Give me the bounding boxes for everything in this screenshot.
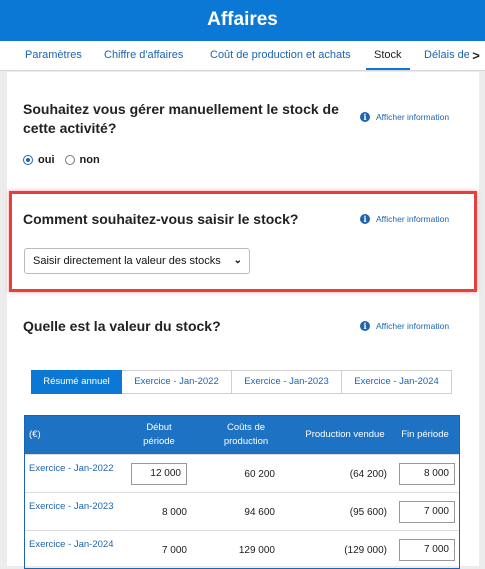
- header-debut: Début période: [143, 422, 175, 447]
- table-row: Exercice - Jan-2022 12 000 60 200 (64 20…: [25, 454, 459, 492]
- question-manual-stock: Souhaitez vous gérer manuellement le sto…: [23, 101, 339, 136]
- tab-delais[interactable]: Délais de: [424, 41, 470, 70]
- period-tabs: Résumé annuel Exercice - Jan-2022 Exerci…: [31, 370, 452, 394]
- table-row: Exercice - Jan-2023 8 000 94 600 (95 600…: [25, 492, 459, 530]
- header-fin: Fin période: [401, 429, 449, 440]
- main-panel: Souhaitez vous gérer manuellement le sto…: [7, 72, 479, 569]
- tab-stock[interactable]: Stock: [366, 41, 409, 70]
- chevron-right-icon[interactable]: >: [469, 48, 483, 64]
- info-icon: i: [360, 321, 370, 331]
- tab-chiffre-affaires[interactable]: Chiffre d'affaires: [104, 41, 183, 70]
- cell-production: (64 200): [349, 468, 387, 480]
- stock-entry-select[interactable]: Saisir directement la valeur des stocks …: [24, 248, 250, 274]
- debut-input[interactable]: 12 000: [131, 463, 187, 485]
- tab-exercice-2023[interactable]: Exercice - Jan-2023: [232, 370, 342, 394]
- info-link-1[interactable]: i Afficher information: [360, 112, 449, 122]
- info-link-2[interactable]: i Afficher information: [360, 214, 449, 224]
- info-link-label: Afficher information: [376, 321, 450, 331]
- radio-oui[interactable]: oui: [23, 154, 55, 166]
- info-icon: i: [360, 214, 370, 224]
- radio-checked-icon: [23, 155, 33, 165]
- cell-debut: 12 000: [129, 455, 187, 493]
- header-unit: (€): [29, 429, 41, 440]
- info-link-label: Afficher information: [376, 112, 450, 122]
- question-stock-value: Quelle est la valeur du stock?: [23, 318, 221, 334]
- radio-group-manual-stock: oui non: [23, 154, 110, 166]
- row-label[interactable]: Exercice - Jan-2024: [29, 537, 119, 553]
- tab-exercice-2022[interactable]: Exercice - Jan-2022: [122, 370, 232, 394]
- table-header: (€) Début période Coûts de production Pr…: [25, 416, 459, 454]
- radio-label: non: [79, 154, 100, 166]
- radio-unchecked-icon: [64, 155, 75, 165]
- highlight-box: [9, 191, 477, 292]
- info-icon: i: [360, 112, 370, 122]
- tab-bar: Paramètres Chiffre d'affaires Coût de pr…: [0, 41, 485, 71]
- header-production: Production vendue: [305, 429, 385, 440]
- cell-couts: 129 000: [238, 544, 275, 556]
- fin-input[interactable]: 7 000: [399, 539, 455, 561]
- fin-input[interactable]: 7 000: [399, 501, 455, 523]
- cell-debut: 7 000: [161, 544, 187, 556]
- cell-couts: 60 200: [244, 468, 275, 480]
- info-link-3[interactable]: i Afficher information: [360, 321, 449, 331]
- radio-non[interactable]: non: [64, 154, 100, 166]
- cell-fin: 8 000: [397, 455, 455, 493]
- tab-parametres[interactable]: Paramètres: [25, 41, 82, 70]
- app-header: Affaires: [0, 0, 485, 41]
- row-label[interactable]: Exercice - Jan-2023: [29, 499, 119, 515]
- cell-fin: 7 000: [397, 531, 455, 569]
- cell-debut: 8 000: [161, 506, 187, 518]
- fin-input[interactable]: 8 000: [399, 463, 455, 485]
- tab-cout-production[interactable]: Coût de production et achats: [210, 41, 351, 70]
- cell-fin: 7 000: [397, 493, 455, 531]
- row-label[interactable]: Exercice - Jan-2022: [29, 461, 119, 477]
- select-value: Saisir directement la valeur des stocks: [33, 255, 221, 267]
- radio-label: oui: [38, 154, 55, 166]
- page-title: Affaires: [207, 9, 278, 30]
- table-row: Exercice - Jan-2024 7 000 129 000 (129 0…: [25, 530, 459, 568]
- info-link-label: Afficher information: [376, 214, 450, 224]
- chevron-down-icon: ⌄: [233, 255, 242, 266]
- cell-production: (95 600): [349, 506, 387, 518]
- tab-exercice-2024[interactable]: Exercice - Jan-2024: [342, 370, 452, 394]
- cell-couts: 94 600: [244, 506, 275, 518]
- tab-resume-annuel[interactable]: Résumé annuel: [31, 370, 122, 394]
- header-couts: Coûts de production: [223, 422, 269, 447]
- cell-production: (129 000): [344, 544, 387, 556]
- stock-table: (€) Début période Coûts de production Pr…: [24, 415, 460, 569]
- question-stock-entry: Comment souhaitez-vous saisir le stock?: [23, 211, 299, 227]
